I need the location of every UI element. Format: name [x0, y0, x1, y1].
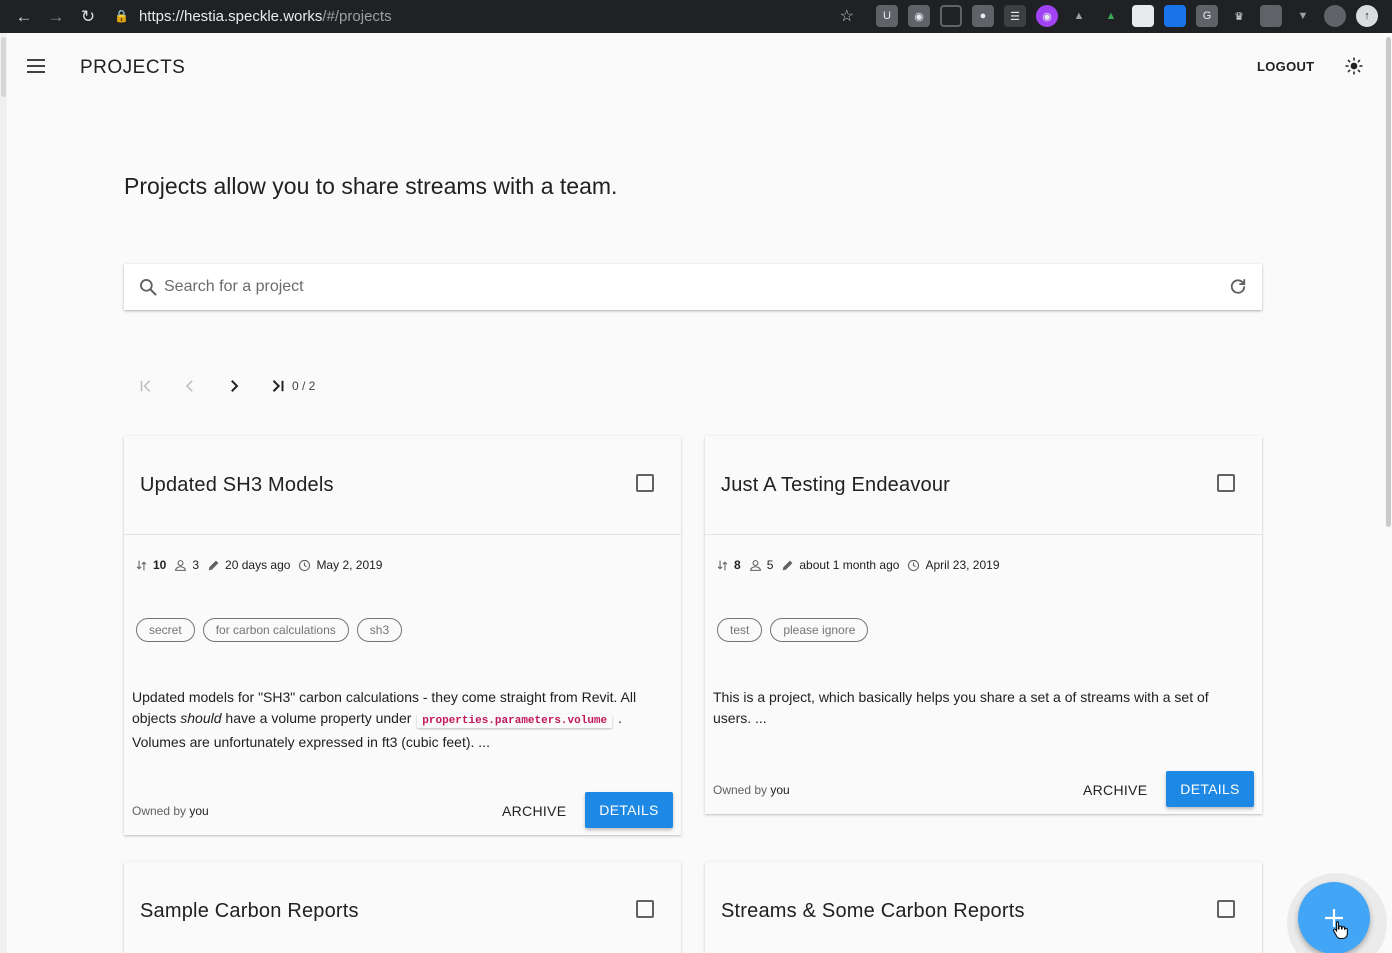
hand-cursor-icon [1332, 921, 1348, 939]
chat-extension-icon[interactable] [1260, 5, 1282, 27]
first-page-button[interactable] [134, 374, 158, 398]
forward-icon[interactable]: → [40, 2, 72, 32]
archive-button[interactable]: ARCHIVE [1083, 782, 1147, 798]
drive-gray-extension-icon[interactable]: ▲ [1068, 5, 1090, 27]
chevron-right-icon [231, 380, 239, 392]
browser-toolbar: ← → ↻ 🔒 https://hestia.speckle.works/#/p… [0, 0, 1392, 33]
user-icon [749, 559, 761, 571]
extension-icons: U ◉ ● ☰ ◉ ▲ ▲ G ♛ ▼ ↑ [876, 5, 1378, 27]
url-text: https://hestia.speckle.works/#/projects [138, 7, 392, 25]
pagination: 0 / 2 [134, 373, 315, 399]
select-checkbox[interactable] [1217, 900, 1235, 918]
app-bar: PROJECTS LOGOUT [7, 33, 1384, 99]
crown-extension-icon[interactable]: ♛ [1228, 5, 1250, 27]
created-date: April 23, 2019 [925, 558, 1000, 572]
profile-avatar-icon[interactable] [1324, 5, 1346, 27]
project-meta: 8 5 about 1 month ago April 23, 2019 [716, 558, 1008, 572]
project-meta: 10 3 20 days ago May 2, 2019 [135, 558, 390, 572]
bulb-extension-icon[interactable]: ● [972, 5, 994, 27]
last-page-button[interactable] [266, 374, 290, 398]
logout-button[interactable]: LOGOUT [1257, 59, 1314, 74]
intro-text: Projects allow you to share streams with… [124, 173, 618, 199]
circle-extension-icon[interactable] [940, 5, 962, 27]
stream-count: 8 [734, 558, 741, 572]
sun-icon[interactable] [1345, 57, 1363, 75]
updated-time: 20 days ago [225, 558, 291, 572]
member-count: 5 [766, 558, 774, 572]
pencil-icon [208, 560, 219, 570]
refresh-icon[interactable] [1228, 277, 1248, 297]
project-description: This is a project, which basically helps… [713, 689, 1209, 726]
clock-icon [908, 559, 920, 571]
back-icon[interactable]: ← [8, 2, 40, 32]
clock-icon [299, 559, 311, 571]
tag-list: test please ignore [717, 618, 869, 642]
camera-extension-icon[interactable]: ◉ [908, 5, 930, 27]
drive-extension-icon[interactable]: ▲ [1100, 5, 1122, 27]
details-button[interactable]: DETAILS [585, 792, 673, 828]
inline-code: properties.parameters.volume [417, 714, 613, 728]
card-header: Sample Carbon Reports [124, 862, 681, 953]
page-scrollbar[interactable] [1384, 33, 1392, 953]
star-icon[interactable]: ☆ [840, 6, 854, 26]
update-icon[interactable]: ↑ [1356, 5, 1378, 27]
updated-time: about 1 month ago [799, 558, 900, 572]
stack-extension-icon[interactable]: ☰ [1004, 5, 1026, 27]
page-count: 0 / 2 [292, 379, 316, 393]
ublock-extension-icon[interactable]: U [876, 5, 898, 27]
lock-icon: 🔒 [114, 9, 129, 23]
archive-button[interactable]: ARCHIVE [502, 803, 566, 819]
last-page-icon [272, 380, 284, 392]
select-checkbox[interactable] [636, 474, 654, 492]
member-count: 3 [192, 558, 200, 572]
project-card: Just A Testing Endeavour 8 5 about 1 mon… [705, 436, 1262, 814]
project-title[interactable]: Streams & Some Carbon Reports [721, 900, 1025, 923]
tag-chip[interactable]: sh3 [356, 618, 403, 642]
purple-extension-icon[interactable]: ◉ [1036, 5, 1058, 27]
project-title[interactable]: Updated SH3 Models [140, 474, 334, 497]
project-card: Streams & Some Carbon Reports [705, 862, 1262, 953]
pencil-icon [783, 560, 793, 570]
project-description: Updated models for "SH3" carbon calculat… [132, 689, 637, 750]
details-button[interactable]: DETAILS [1166, 771, 1254, 807]
left-scroll-edge [0, 33, 7, 953]
vue-extension-icon[interactable]: ▼ [1292, 5, 1314, 27]
add-project-button[interactable] [1298, 882, 1370, 953]
select-checkbox[interactable] [636, 900, 654, 918]
project-title[interactable]: Just A Testing Endeavour [721, 474, 950, 497]
user-icon [175, 559, 187, 571]
prev-page-button[interactable] [178, 374, 202, 398]
swap-vertical-icon [717, 560, 728, 570]
created-date: May 2, 2019 [316, 558, 383, 572]
tag-chip[interactable]: test [717, 618, 763, 642]
first-page-icon [140, 380, 151, 392]
page-title: PROJECTS [80, 57, 186, 78]
card-header: Updated SH3 Models [124, 436, 681, 535]
select-checkbox[interactable] [1217, 474, 1235, 492]
menu-icon[interactable] [27, 59, 45, 73]
tag-chip[interactable]: secret [136, 618, 195, 642]
project-search-bar [124, 264, 1262, 310]
next-page-button[interactable] [222, 374, 246, 398]
card-header: Just A Testing Endeavour [705, 436, 1262, 535]
project-card: Updated SH3 Models 10 3 20 days ago May … [124, 436, 681, 835]
trello-extension-icon[interactable] [1164, 5, 1186, 27]
tag-list: secret for carbon calculations sh3 [136, 618, 403, 642]
tag-chip[interactable]: please ignore [770, 618, 869, 642]
reload-icon[interactable]: ↻ [72, 2, 104, 32]
tag-chip[interactable]: for carbon calculations [202, 618, 349, 642]
swap-vertical-icon [136, 560, 147, 570]
owner-label: Owned by you [132, 804, 209, 818]
stream-count: 10 [153, 558, 167, 572]
project-card: Sample Carbon Reports [124, 862, 681, 953]
card-header: Streams & Some Carbon Reports [705, 862, 1262, 953]
search-input[interactable] [164, 274, 1204, 300]
address-bar[interactable]: 🔒 https://hestia.speckle.works/#/project… [108, 3, 864, 29]
search-icon [140, 279, 157, 296]
chevron-left-icon [185, 380, 193, 392]
doc-extension-icon[interactable] [1132, 5, 1154, 27]
owner-label: Owned by you [713, 783, 790, 797]
project-title[interactable]: Sample Carbon Reports [140, 900, 359, 923]
g-extension-icon[interactable]: G [1196, 5, 1218, 27]
